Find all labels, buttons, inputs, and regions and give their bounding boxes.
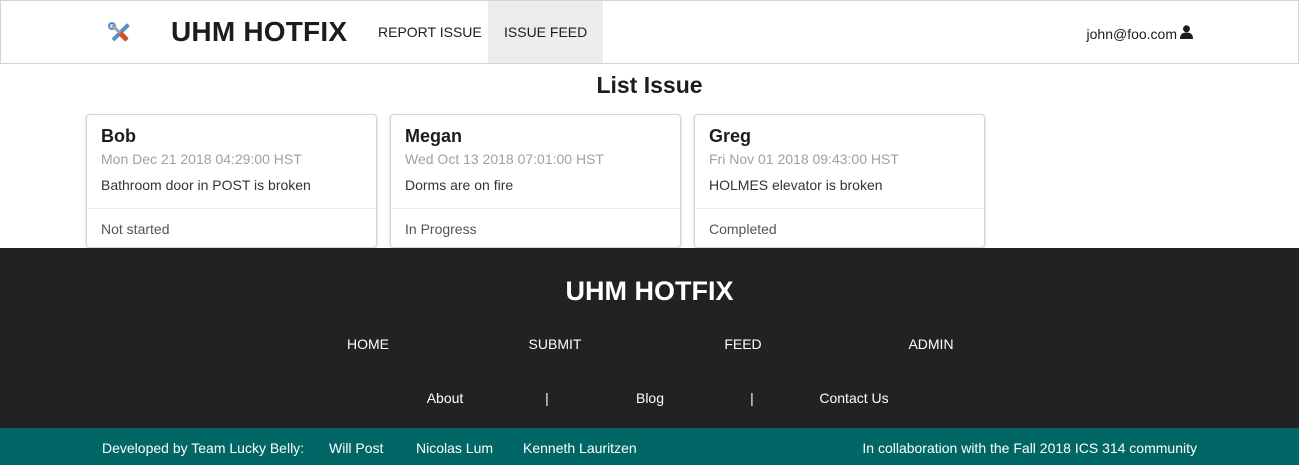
issue-reporter: Greg [709,126,752,146]
user-email: john@foo.com [1086,25,1177,42]
credits-bar: Developed by Team Lucky Belly: Will Post… [0,428,1299,465]
collaboration-text: In collaboration with the Fall 2018 ICS … [862,440,1197,456]
footer-link-home[interactable]: HOME [347,336,389,352]
issue-card[interactable]: Megan Wed Oct 13 2018 07:01:00 HST Dorms… [390,114,681,248]
nav-report-issue[interactable]: REPORT ISSUE [362,1,498,63]
issue-status: In Progress [405,221,477,237]
issue-card[interactable]: Greg Fri Nov 01 2018 09:43:00 HST HOLMES… [694,114,985,248]
user-icon [1180,25,1193,42]
developer-link[interactable]: Kenneth Lauritzen [523,440,637,456]
footer-link-about[interactable]: About [427,390,464,406]
footer-separator: | [545,390,549,406]
footer-link-contact[interactable]: Contact Us [819,390,888,406]
card-divider [695,208,984,209]
issue-status: Not started [101,221,170,237]
issue-description: HOLMES elevator is broken [709,177,883,193]
issue-reporter: Megan [405,126,463,146]
top-navbar: UHM HOTFIX REPORT ISSUE ISSUE FEED john@… [0,0,1299,64]
tools-logo-icon[interactable] [105,18,135,48]
footer-link-submit[interactable]: SUBMIT [529,336,582,352]
footer-link-admin[interactable]: ADMIN [908,336,953,352]
issue-status: Completed [709,221,777,237]
issue-date: Wed Oct 13 2018 07:01:00 HST [405,151,604,167]
issue-date: Fri Nov 01 2018 09:43:00 HST [709,151,899,167]
issue-date: Mon Dec 21 2018 04:29:00 HST [101,151,302,167]
card-divider [87,208,376,209]
issue-description: Dorms are on fire [405,177,514,193]
footer-brand: UHM HOTFIX [565,276,734,306]
card-divider [391,208,680,209]
navbar-brand[interactable]: UHM HOTFIX [171,16,347,48]
developer-link[interactable]: Nicolas Lum [416,440,493,456]
page-title: List Issue [596,72,703,98]
footer: UHM HOTFIX HOME SUBMIT FEED ADMIN About … [0,248,1299,428]
developer-link[interactable]: Will Post [329,440,383,456]
footer-separator: | [750,390,754,406]
user-menu[interactable]: john@foo.com [1087,25,1193,42]
issue-card[interactable]: Bob Mon Dec 21 2018 04:29:00 HST Bathroo… [86,114,377,248]
footer-link-feed[interactable]: FEED [724,336,761,352]
issue-description: Bathroom door in POST is broken [101,177,311,193]
issue-reporter: Bob [101,126,136,146]
footer-link-blog[interactable]: Blog [636,390,664,406]
developed-by-label: Developed by Team Lucky Belly: [102,440,305,456]
nav-issue-feed[interactable]: ISSUE FEED [488,1,604,63]
